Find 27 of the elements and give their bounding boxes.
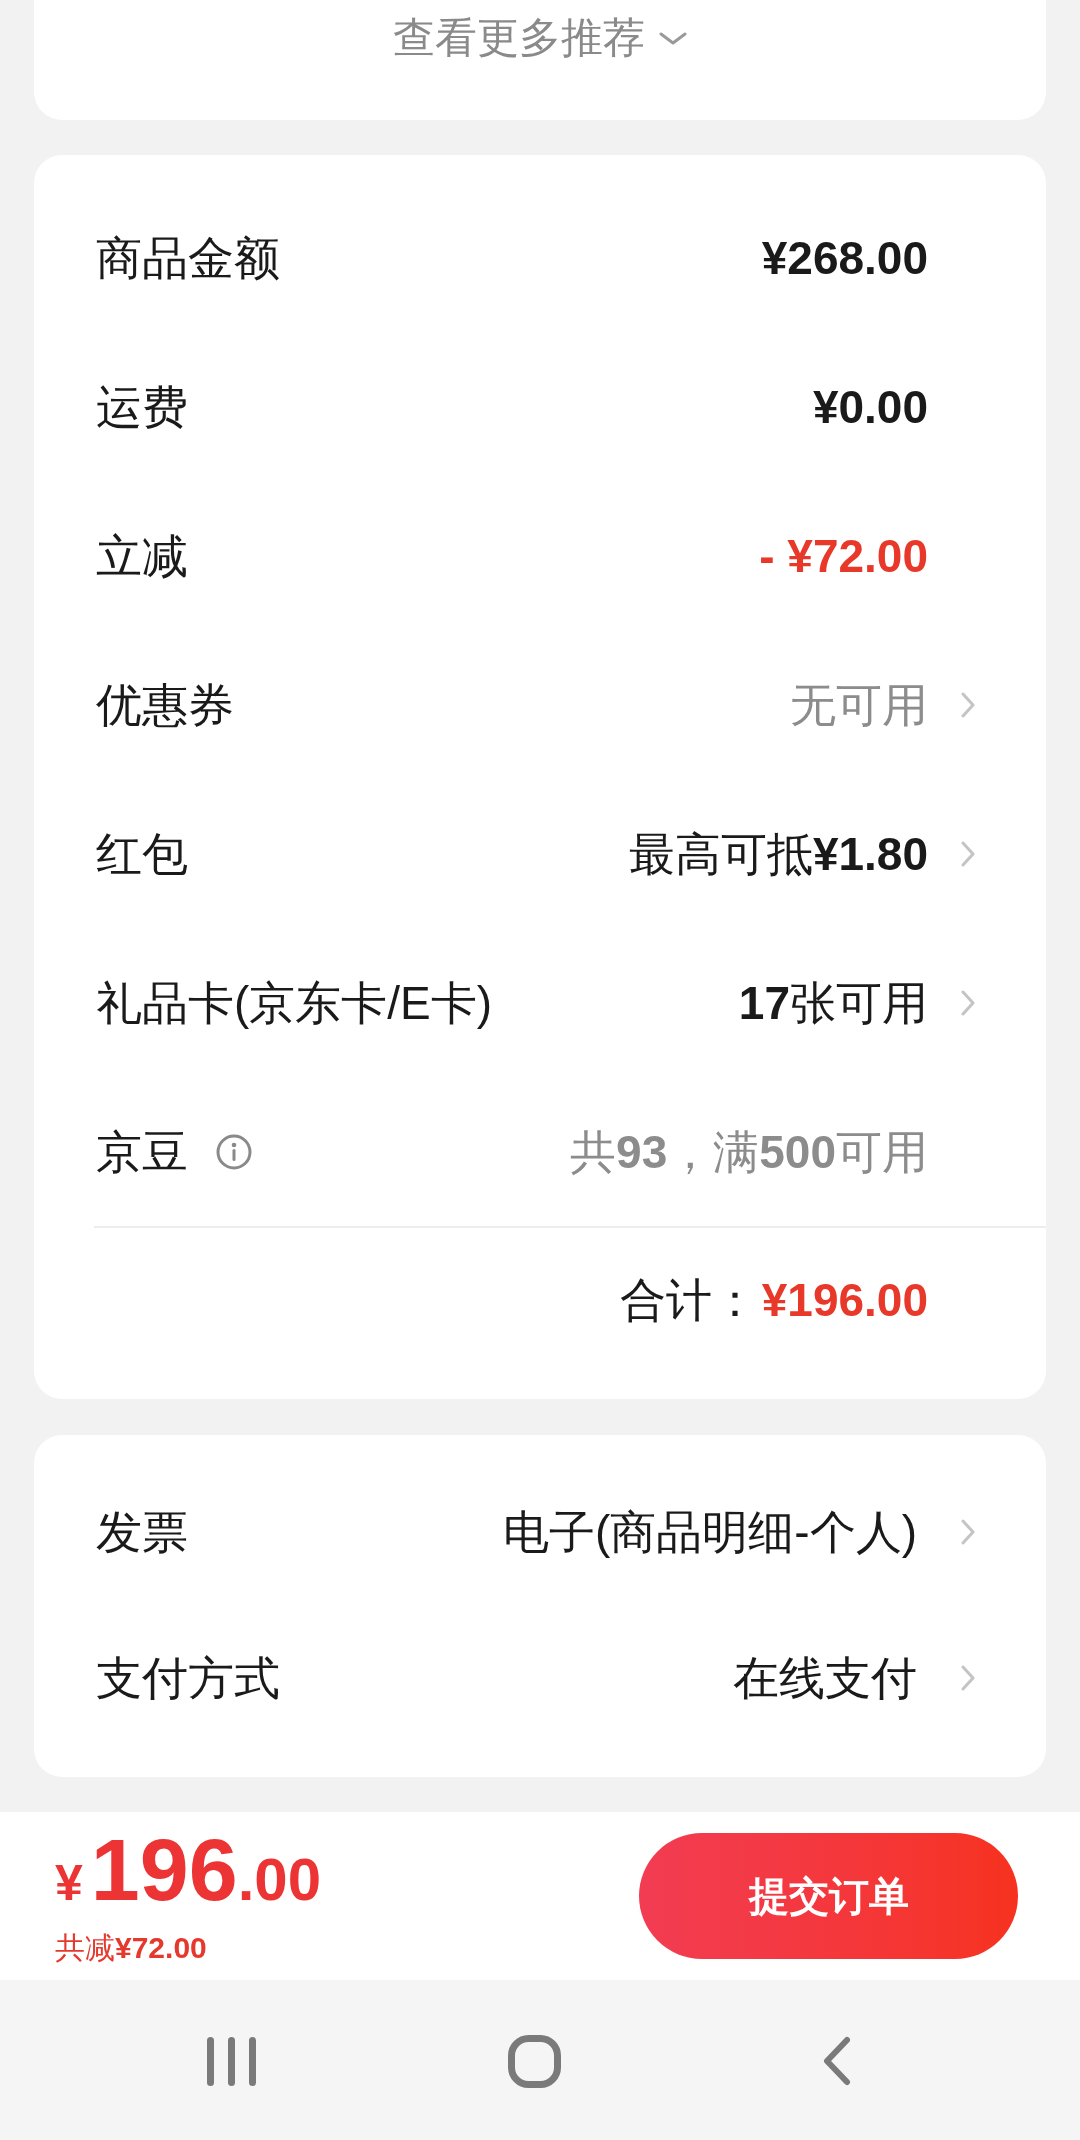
option-value[interactable]: 电子(商品明细-个人) [503,1504,917,1560]
row-label: 红包 [96,826,188,882]
row-label: 支付方式 [96,1651,280,1706]
amount-value: ¥0.00 [812,379,928,435]
total-value: ¥196.00 [761,1273,928,1328]
row-label: 礼品卡(京东卡/E卡) [96,975,493,1031]
chevron-down-icon [659,31,687,45]
total-label: 合计： [619,1273,758,1328]
row-label: 发票 [96,1505,188,1560]
row-label: 立减 [96,528,188,584]
back-icon[interactable] [823,2036,851,2086]
savings-text: 共减¥72.00 [55,1930,208,1966]
row-label: 优惠券 [96,677,234,733]
row-label: 商品金额 [96,230,280,286]
row-label: 运费 [96,379,188,435]
option-value[interactable]: 最高可抵¥1.80 [628,825,928,882]
home-icon[interactable] [508,2034,561,2088]
recent-apps-icon[interactable] [207,2036,256,2086]
option-value[interactable]: 在线支付 [733,1650,917,1706]
submit-order-button[interactable]: 提交订单 [639,1833,1018,1959]
amount-value: ¥268.00 [761,230,928,286]
info-icon[interactable] [216,1133,252,1170]
total-price: ¥196.00 [55,1826,322,1914]
row-label: 京豆 [96,1124,188,1180]
discount-value: - ¥72.00 [759,528,928,584]
availability-note: 共93，满500可用 [570,1124,928,1180]
option-value[interactable]: 17张可用 [738,974,928,1031]
